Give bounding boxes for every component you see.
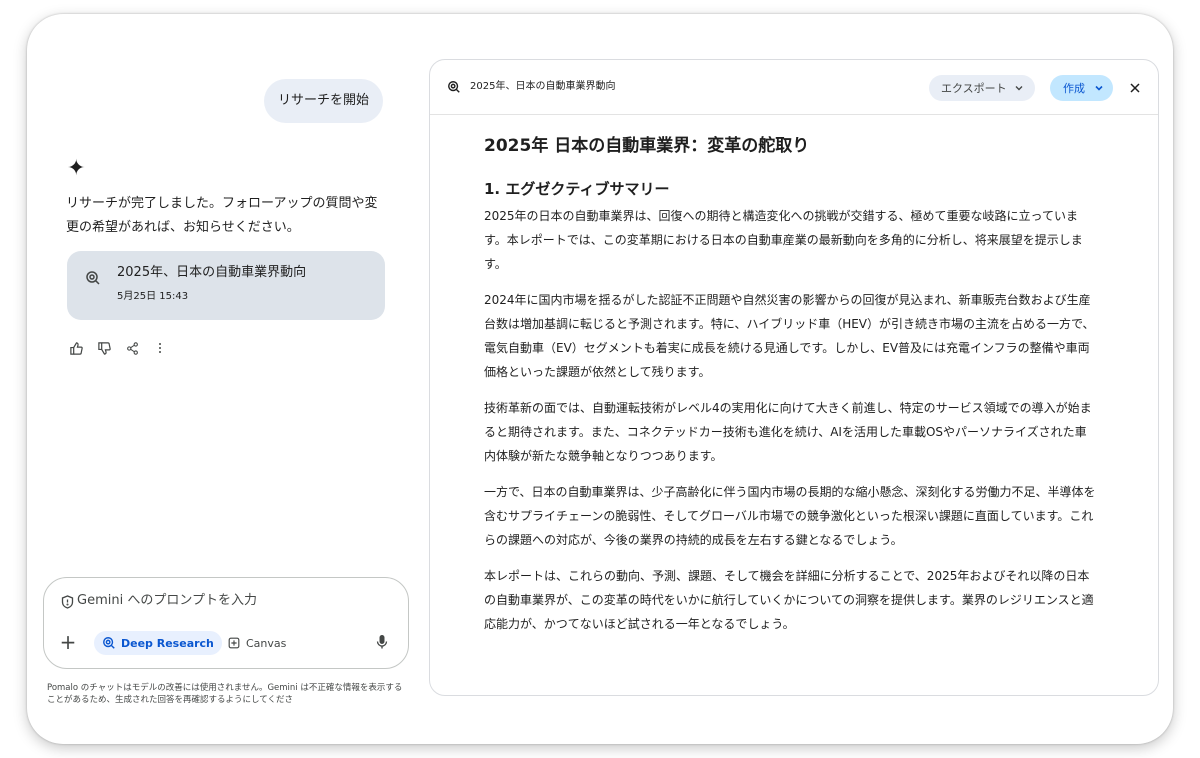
more-vert-icon[interactable]	[151, 339, 169, 357]
report-panel: 2025年、日本の自動車業界動向 エクスポート 作成 2025年 日本の自動車業…	[429, 59, 1159, 696]
share-icon[interactable]	[123, 339, 141, 357]
shield-icon	[61, 595, 75, 609]
report-paragraph: 2025年の日本の自動車業界は、回復への期待と構造変化への挑戦が交錯する、極めて…	[484, 209, 1083, 271]
export-label: エクスポート	[941, 82, 1007, 95]
create-button[interactable]: 作成	[1050, 75, 1113, 101]
section-heading: 1. エグゼクティブサマリー	[484, 180, 670, 198]
canvas-icon	[227, 636, 241, 650]
user-message-bubble: リサーチを開始	[264, 79, 384, 123]
report-card[interactable]: 2025年、日本の自動車業界動向 5月25日 15:43	[67, 251, 385, 320]
create-label: 作成	[1063, 82, 1085, 95]
report-paragraph: 2024年に国内市場を揺るがした認証不正問題や自然災害の影響からの回復が見込まれ…	[484, 293, 1095, 379]
report-paragraph: 本レポートは、これらの動向、予測、課題、そして機会を詳細に分析することで、202…	[484, 569, 1094, 631]
deep-research-button[interactable]: Deep Research	[94, 631, 222, 655]
panel-header: 2025年、日本の自動車業界動向 エクスポート 作成	[430, 60, 1158, 115]
app-window: リサーチを開始 ✦ リサーチが完了しました。フォローアップの質問や変更の希望があ…	[27, 14, 1173, 744]
thumb-down-icon[interactable]	[95, 339, 113, 357]
canvas-label: Canvas	[246, 636, 287, 650]
disclaimer-text: Pomalo のチャットはモデルの改善には使用されません。Gemini は不正確…	[47, 683, 403, 705]
export-button[interactable]: エクスポート	[929, 75, 1035, 101]
prompt-input[interactable]: Gemini へのプロンプトを入力	[77, 591, 257, 611]
deep-research-icon	[102, 636, 116, 650]
report-paragraph: 一方で、日本の自動車業界は、少子高齢化に伴う国内市場の長期的な縮小懸念、深刻化す…	[484, 485, 1096, 547]
close-icon[interactable]	[1126, 79, 1144, 97]
report-body: 2025年 日本の自動車業界：変革の舵取り 1. エグゼクティブサマリー 202…	[484, 133, 1096, 648]
report-paragraph: 技術革新の面では、自動運転技術がレベル4の実用化に向けて大きく前進し、特定のサー…	[484, 401, 1092, 463]
deep-research-icon	[447, 80, 462, 95]
feedback-actions	[67, 339, 169, 357]
add-icon[interactable]: +	[59, 632, 77, 652]
panel-title: 2025年、日本の自動車業界動向	[470, 81, 616, 92]
prompt-input-box[interactable]: Gemini へのプロンプトを入力 + Deep Research Canvas	[43, 577, 409, 669]
microphone-icon[interactable]	[376, 634, 390, 652]
report-card-title: 2025年、日本の自動車業界動向	[117, 265, 307, 280]
assistant-message: リサーチが完了しました。フォローアップの質問や変更の希望があれば、お知らせくださ…	[66, 196, 378, 235]
report-heading: 2025年 日本の自動車業界：変革の舵取り	[484, 136, 810, 156]
thumb-up-icon[interactable]	[67, 339, 85, 357]
canvas-button[interactable]: Canvas	[227, 631, 286, 655]
deep-research-label: Deep Research	[121, 636, 214, 650]
deep-research-icon	[85, 270, 101, 286]
chevron-down-icon	[1095, 85, 1103, 91]
chevron-down-icon	[1015, 85, 1023, 91]
gemini-spark-icon: ✦	[67, 156, 86, 181]
report-card-date: 5月25日 15:43	[117, 291, 189, 302]
